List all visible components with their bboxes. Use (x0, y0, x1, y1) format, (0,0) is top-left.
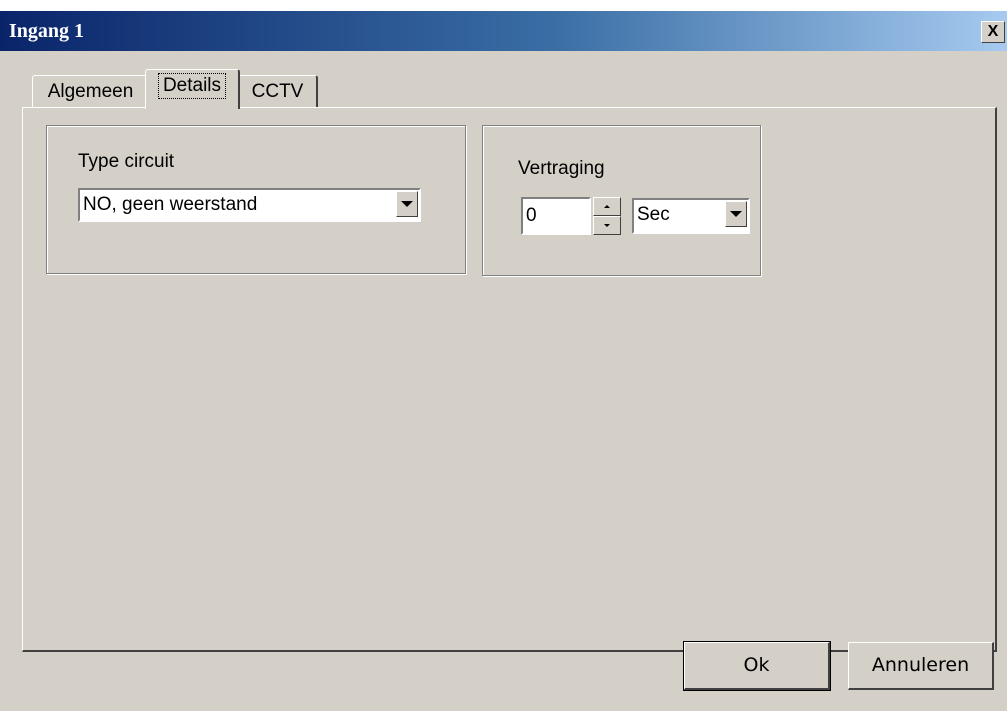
delay-label: Vertraging (518, 158, 605, 179)
tab-algemeen[interactable]: Algemeen (32, 75, 150, 107)
spin-up-button[interactable] (593, 197, 621, 216)
tab-label: Details (157, 73, 227, 99)
spin-down-button[interactable] (593, 216, 621, 235)
delay-unit-select[interactable]: Sec (632, 198, 750, 234)
tab-details[interactable]: Details (145, 69, 240, 109)
tab-cctv[interactable]: CCTV (238, 75, 318, 107)
tab-label: Algemeen (47, 81, 134, 102)
window-title: Ingang 1 (9, 20, 85, 42)
cancel-button[interactable]: Annuleren (848, 642, 994, 690)
unit-dropdown-button[interactable] (725, 201, 747, 227)
delay-unit-value: Sec (637, 204, 670, 225)
circuit-type-value: NO, geen weerstand (83, 194, 258, 215)
close-button[interactable]: X (981, 21, 1005, 43)
circuit-dropdown-button[interactable] (396, 191, 418, 217)
ok-button-label: Ok (743, 654, 770, 676)
chevron-down-icon (730, 211, 742, 217)
chevron-down-icon (401, 201, 413, 207)
tab-label: CCTV (251, 81, 304, 102)
close-icon: X (987, 23, 999, 40)
arrow-down-icon (604, 224, 610, 227)
delay-value: 0 (526, 205, 537, 226)
delay-group: Vertraging 0 Sec (482, 125, 761, 276)
tab-panel-details: Type circuit NO, geen weerstand Vertragi… (22, 107, 997, 652)
dialog-window: Ingang 1 X Algemeen Details CCTV Type ci… (0, 11, 1007, 711)
arrow-up-icon (604, 205, 610, 208)
title-bar[interactable]: Ingang 1 X (0, 11, 1007, 51)
cancel-button-label: Annuleren (871, 654, 970, 676)
circuit-label: Type circuit (78, 151, 175, 172)
delay-value-input[interactable]: 0 (521, 197, 591, 235)
circuit-type-select[interactable]: NO, geen weerstand (78, 188, 421, 222)
ok-button[interactable]: Ok (683, 641, 831, 691)
circuit-group: Type circuit NO, geen weerstand (46, 125, 466, 274)
